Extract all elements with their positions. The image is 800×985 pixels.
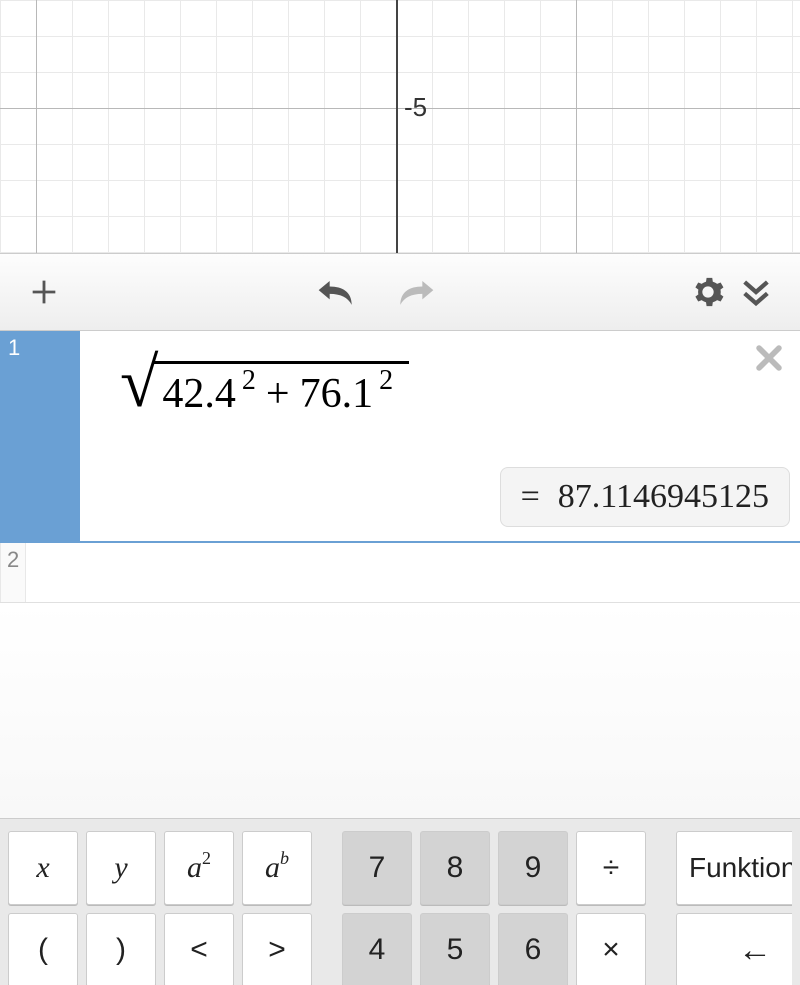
exp-1: 2 bbox=[242, 365, 256, 397]
key-multiply[interactable]: × bbox=[576, 913, 646, 985]
redo-icon bbox=[393, 275, 437, 309]
delete-expression-button[interactable] bbox=[752, 341, 786, 380]
key-y[interactable]: y bbox=[86, 831, 156, 905]
key-8[interactable]: 8 bbox=[420, 831, 490, 905]
keypad: x y a2 ab ( ) < > 7 8 9 ÷ 4 5 6 × Funkti… bbox=[0, 818, 800, 985]
sqrt-icon: √ bbox=[120, 349, 158, 419]
expression-list: 1 √ 42.4 2 + 76.1 2 = 87.1146945125 2 bbox=[0, 331, 800, 818]
redo-button[interactable] bbox=[391, 268, 439, 316]
radicand: 42.4 2 + 76.1 2 bbox=[154, 361, 409, 418]
base-1: 42.4 bbox=[162, 370, 236, 418]
key-x[interactable]: x bbox=[8, 831, 78, 905]
y-axis bbox=[396, 0, 398, 253]
key-7[interactable]: 7 bbox=[342, 831, 412, 905]
key-ab-exp: b bbox=[280, 848, 289, 869]
expression-list-blank[interactable] bbox=[0, 603, 800, 818]
equals-sign: = bbox=[521, 478, 540, 516]
chevron-double-down-icon bbox=[739, 275, 773, 309]
key-4[interactable]: 4 bbox=[342, 913, 412, 985]
graph-canvas[interactable]: -5 bbox=[0, 0, 800, 253]
axis-tick-label: -5 bbox=[404, 92, 427, 123]
key-lparen[interactable]: ( bbox=[8, 913, 78, 985]
result-value: 87.1146945125 bbox=[558, 478, 769, 516]
keypad-numbers: 7 8 9 ÷ 4 5 6 × bbox=[342, 831, 646, 985]
expression-index: 2 bbox=[0, 543, 26, 602]
base-2: 76.1 bbox=[300, 370, 374, 418]
expression-result: = 87.1146945125 bbox=[500, 467, 790, 527]
expression-row[interactable]: 1 √ 42.4 2 + 76.1 2 = 87.1146945125 bbox=[0, 331, 800, 543]
key-a-power-b[interactable]: ab bbox=[242, 831, 312, 905]
expression-index: 1 bbox=[0, 331, 80, 541]
key-a2-exp: 2 bbox=[202, 848, 211, 869]
key-less-than[interactable]: < bbox=[164, 913, 234, 985]
key-5[interactable]: 5 bbox=[420, 913, 490, 985]
key-functions[interactable]: Funktionen bbox=[676, 831, 792, 905]
key-greater-than[interactable]: > bbox=[242, 913, 312, 985]
add-expression-button[interactable] bbox=[20, 268, 68, 316]
toolbar bbox=[0, 253, 800, 331]
undo-button[interactable] bbox=[313, 268, 361, 316]
key-divide[interactable]: ÷ bbox=[576, 831, 646, 905]
settings-button[interactable] bbox=[684, 268, 732, 316]
key-a2-base: a bbox=[187, 851, 202, 885]
key-rparen[interactable]: ) bbox=[86, 913, 156, 985]
plus-sign: + bbox=[266, 370, 290, 418]
key-9[interactable]: 9 bbox=[498, 831, 568, 905]
key-cursor-left[interactable]: ← bbox=[676, 913, 792, 985]
expression-row-empty[interactable]: 2 bbox=[0, 543, 800, 603]
collapse-button[interactable] bbox=[732, 268, 780, 316]
keypad-functions: Funktionen ← → bbox=[676, 831, 792, 985]
close-icon bbox=[752, 341, 786, 375]
plus-icon bbox=[27, 275, 61, 309]
keypad-vars: x y a2 ab ( ) < > bbox=[8, 831, 312, 985]
gear-icon bbox=[691, 275, 725, 309]
undo-icon bbox=[315, 275, 359, 309]
expression-input[interactable]: √ 42.4 2 + 76.1 2 bbox=[120, 351, 780, 441]
exp-2: 2 bbox=[379, 365, 393, 397]
key-a-squared[interactable]: a2 bbox=[164, 831, 234, 905]
key-6[interactable]: 6 bbox=[498, 913, 568, 985]
key-ab-base: a bbox=[265, 851, 280, 885]
